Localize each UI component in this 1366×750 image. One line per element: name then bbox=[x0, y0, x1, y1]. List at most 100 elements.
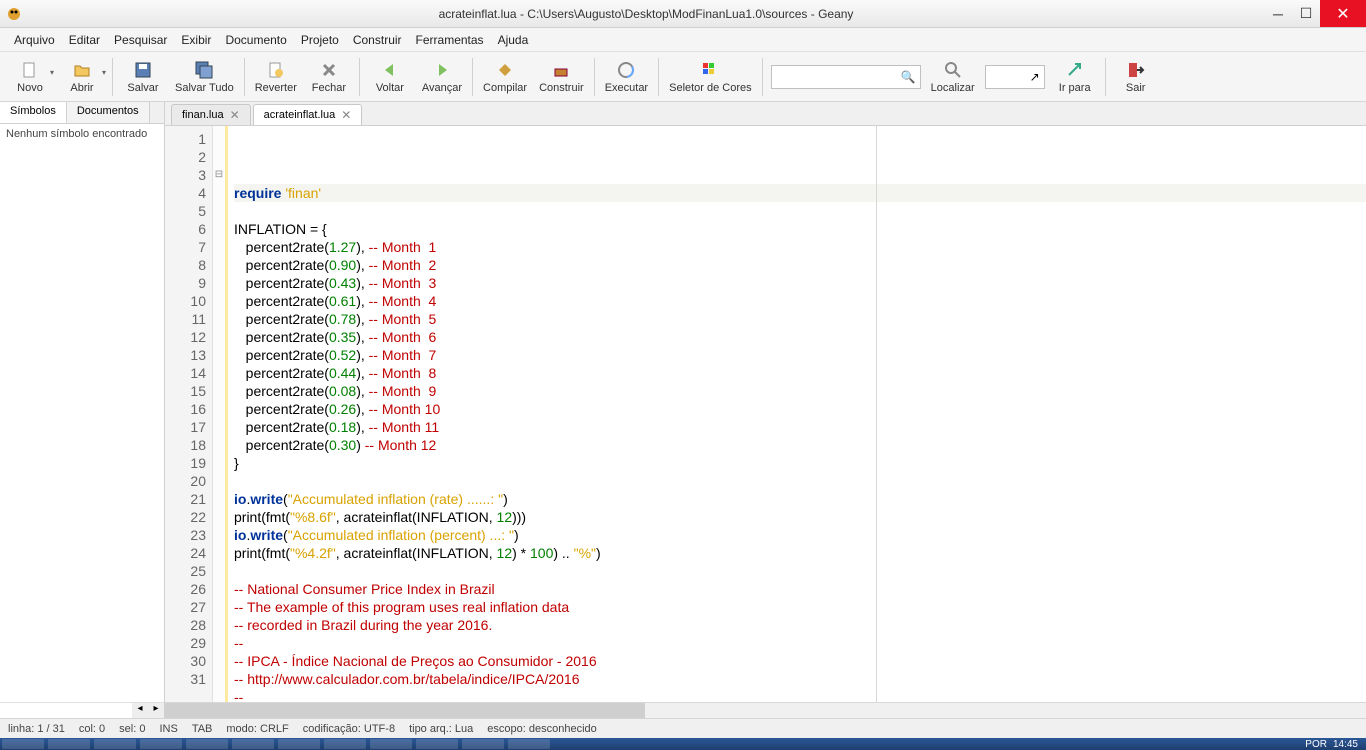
salvar-tudo-button[interactable]: Salvar Tudo bbox=[169, 54, 240, 100]
folder-open-icon bbox=[72, 60, 92, 80]
revert-icon bbox=[266, 60, 286, 80]
goto-mini-icon: ↗ bbox=[1030, 70, 1040, 84]
separator bbox=[762, 58, 763, 96]
taskbar-item[interactable] bbox=[324, 739, 366, 749]
taskbar-item[interactable] bbox=[94, 739, 136, 749]
sidebar: Símbolos Documentos Nenhum símbolo encon… bbox=[0, 102, 165, 718]
save-all-icon bbox=[194, 60, 214, 80]
chevron-down-icon: ▾ bbox=[102, 68, 106, 77]
close-tab-icon[interactable]: ✕ bbox=[230, 108, 240, 122]
seletor-cores-button[interactable]: Seletor de Cores bbox=[663, 54, 758, 100]
file-tab-acrateinflat[interactable]: acrateinflat.lua ✕ bbox=[253, 104, 363, 125]
search-field[interactable]: 🔍 bbox=[771, 65, 921, 89]
taskbar-item[interactable] bbox=[186, 739, 228, 749]
menu-projeto[interactable]: Projeto bbox=[295, 31, 345, 49]
status-tipo: tipo arq.: Lua bbox=[409, 723, 473, 735]
localizar-label: Localizar bbox=[931, 82, 975, 94]
close-window-button[interactable]: ✕ bbox=[1320, 0, 1366, 27]
scroll-thumb[interactable] bbox=[165, 703, 645, 718]
scroll-left-icon[interactable]: ◂ bbox=[132, 703, 148, 718]
file-tabs: finan.lua ✕ acrateinflat.lua ✕ bbox=[165, 102, 1366, 126]
app-icon bbox=[6, 6, 22, 22]
menu-documento[interactable]: Documento bbox=[219, 31, 292, 49]
statusbar: linha: 1 / 31 col: 0 sel: 0 INS TAB modo… bbox=[0, 718, 1366, 738]
back-icon bbox=[380, 60, 400, 80]
menu-ajuda[interactable]: Ajuda bbox=[492, 31, 535, 49]
window-buttons: ─ ☐ ✕ bbox=[1264, 0, 1366, 27]
menu-ferramentas[interactable]: Ferramentas bbox=[410, 31, 490, 49]
code-body[interactable]: require 'finan'INFLATION = { percent2rat… bbox=[228, 126, 1366, 702]
salvar-button[interactable]: Salvar bbox=[117, 54, 169, 100]
sair-label: Sair bbox=[1126, 82, 1146, 94]
menu-exibir[interactable]: Exibir bbox=[175, 31, 217, 49]
voltar-button[interactable]: Voltar bbox=[364, 54, 416, 100]
close-icon bbox=[319, 60, 339, 80]
line-gutter: 1234567891011121314151617181920212223242… bbox=[165, 126, 213, 702]
status-cod: codificação: UTF-8 bbox=[303, 723, 395, 735]
compilar-button[interactable]: Compilar bbox=[477, 54, 533, 100]
status-linha: linha: 1 / 31 bbox=[8, 723, 65, 735]
taskbar-item[interactable] bbox=[370, 739, 412, 749]
localizar-button[interactable]: Localizar bbox=[925, 54, 981, 100]
avancar-label: Avançar bbox=[422, 82, 462, 94]
titlebar: acrateinflat.lua - C:\Users\Augusto\Desk… bbox=[0, 0, 1366, 28]
taskbar-item[interactable] bbox=[2, 739, 44, 749]
avancar-button[interactable]: Avançar bbox=[416, 54, 468, 100]
fold-column: ⊟ bbox=[213, 126, 225, 702]
executar-button[interactable]: Executar bbox=[599, 54, 654, 100]
taskbar-item[interactable] bbox=[232, 739, 274, 749]
sidebar-hscroll[interactable]: ◂ ▸ bbox=[0, 702, 164, 718]
os-taskbar[interactable]: POR 14:45 bbox=[0, 738, 1366, 750]
sidebar-body: Nenhum símbolo encontrado bbox=[0, 124, 164, 702]
reverter-button[interactable]: Reverter bbox=[249, 54, 303, 100]
compile-icon bbox=[495, 60, 515, 80]
close-tab-icon[interactable]: ✕ bbox=[341, 108, 351, 122]
file-tab-finan[interactable]: finan.lua ✕ bbox=[171, 104, 251, 125]
abrir-button[interactable]: Abrir ▾ bbox=[56, 54, 108, 100]
voltar-label: Voltar bbox=[376, 82, 404, 94]
menu-pesquisar[interactable]: Pesquisar bbox=[108, 31, 173, 49]
separator bbox=[594, 58, 595, 96]
taskbar-item[interactable] bbox=[140, 739, 182, 749]
chevron-down-icon: ▾ bbox=[50, 68, 54, 77]
scroll-right-icon[interactable]: ▸ bbox=[148, 703, 164, 718]
ir-para-button[interactable]: Ir para bbox=[1049, 54, 1101, 100]
taskbar-item[interactable] bbox=[278, 739, 320, 749]
maximize-button[interactable]: ☐ bbox=[1292, 0, 1320, 27]
taskbar-item[interactable] bbox=[416, 739, 458, 749]
file-tab-label: finan.lua bbox=[182, 109, 224, 121]
menubar: Arquivo Editar Pesquisar Exibir Document… bbox=[0, 28, 1366, 52]
separator bbox=[244, 58, 245, 96]
fechar-button[interactable]: Fechar bbox=[303, 54, 355, 100]
goto-field[interactable]: ↗ bbox=[985, 65, 1045, 89]
main-area: Símbolos Documentos Nenhum símbolo encon… bbox=[0, 102, 1366, 718]
code-editor[interactable]: 1234567891011121314151617181920212223242… bbox=[165, 126, 1366, 702]
minimize-button[interactable]: ─ bbox=[1264, 0, 1292, 27]
menu-construir[interactable]: Construir bbox=[347, 31, 408, 49]
editor-hscroll[interactable] bbox=[165, 702, 1366, 718]
status-escopo: escopo: desconhecido bbox=[487, 723, 596, 735]
status-tab: TAB bbox=[192, 723, 213, 735]
tab-simbolos[interactable]: Símbolos bbox=[0, 102, 67, 123]
status-col: col: 0 bbox=[79, 723, 105, 735]
novo-button[interactable]: Novo ▾ bbox=[4, 54, 56, 100]
separator bbox=[658, 58, 659, 96]
taskbar-item[interactable] bbox=[508, 739, 550, 749]
taskbar-item[interactable] bbox=[48, 739, 90, 749]
window-title: acrateinflat.lua - C:\Users\Augusto\Desk… bbox=[28, 7, 1264, 21]
compilar-label: Compilar bbox=[483, 82, 527, 94]
sair-button[interactable]: Sair bbox=[1110, 54, 1162, 100]
construir-button[interactable]: Construir bbox=[533, 54, 590, 100]
salvar-tudo-label: Salvar Tudo bbox=[175, 82, 234, 94]
taskbar-item[interactable] bbox=[462, 739, 504, 749]
tray-lang: POR bbox=[1305, 739, 1327, 750]
goto-icon bbox=[1065, 60, 1085, 80]
system-tray[interactable]: POR 14:45 bbox=[1305, 739, 1366, 750]
ir-para-label: Ir para bbox=[1059, 82, 1091, 94]
separator bbox=[472, 58, 473, 96]
save-icon bbox=[133, 60, 153, 80]
tab-documentos[interactable]: Documentos bbox=[67, 102, 150, 123]
menu-arquivo[interactable]: Arquivo bbox=[8, 31, 61, 49]
no-symbols-msg: Nenhum símbolo encontrado bbox=[6, 128, 147, 140]
menu-editar[interactable]: Editar bbox=[63, 31, 106, 49]
